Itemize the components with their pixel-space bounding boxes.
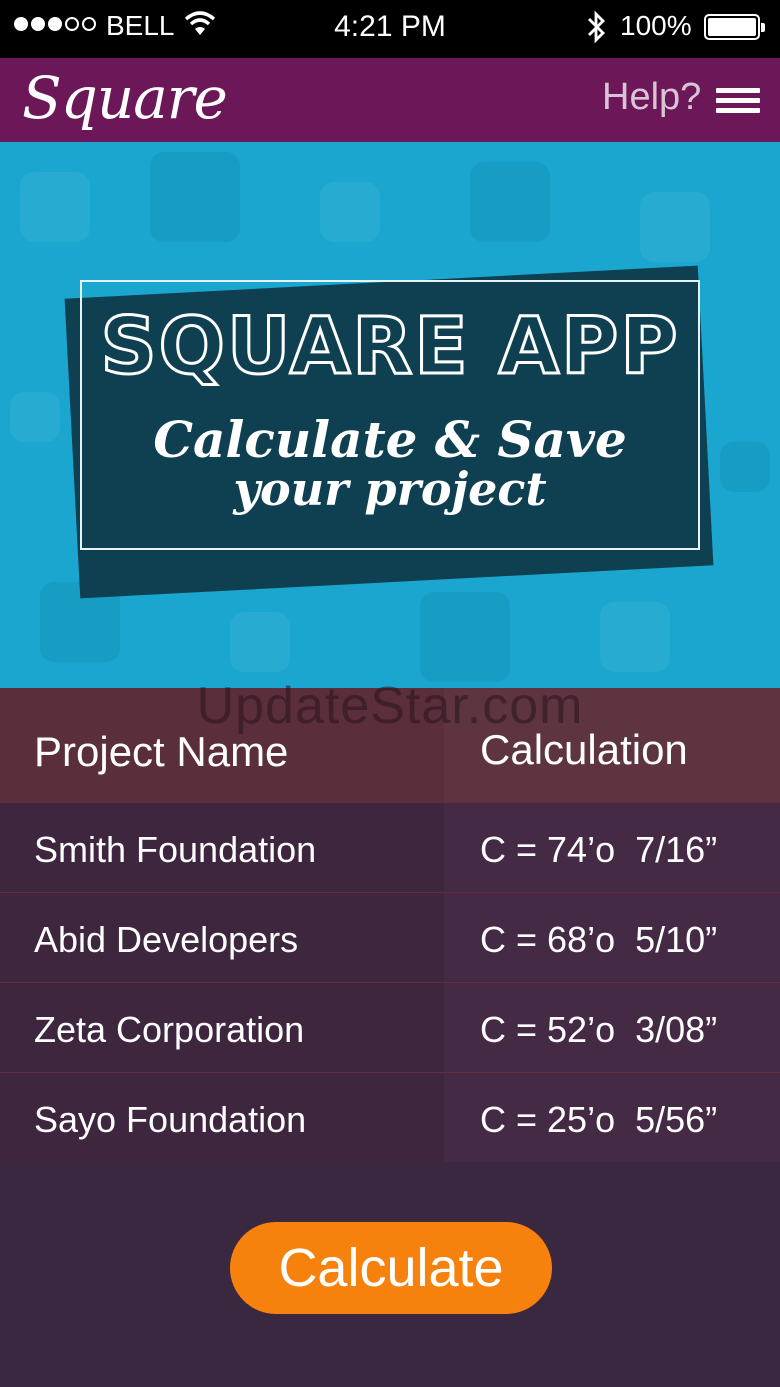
banner-title: SQUARE APP [99, 301, 680, 394]
banner-subtitle-line1: Calculate & Save [153, 410, 627, 469]
table-row[interactable]: Zeta Corporation C = 52’o 3/08” [0, 982, 780, 1072]
battery-percentage: 100% [620, 10, 692, 41]
project-calculation: C = 52’o 3/08” [480, 1009, 718, 1050]
help-link[interactable]: Help? [602, 76, 701, 119]
project-name: Sayo Foundation [34, 1099, 307, 1140]
calculate-button[interactable]: Calculate [230, 1222, 552, 1314]
projects-table: UpdateStar.com Project Name Calculation … [0, 677, 780, 1162]
project-name: Smith Foundation [34, 829, 317, 870]
table-row[interactable]: Smith Foundation C = 74’o 7/16” [0, 802, 780, 892]
hero-banner: SQUARE APP Calculate & Save your project [0, 142, 780, 688]
project-name: Zeta Corporation [34, 1009, 305, 1050]
project-name: Abid Developers [34, 919, 299, 960]
table-header: UpdateStar.com Project Name Calculation [0, 677, 780, 802]
bluetooth-icon [588, 10, 605, 44]
project-calculation: C = 74’o 7/16” [480, 829, 718, 870]
nav-bar: Square Help? [0, 58, 780, 142]
status-bar: BELL 4:21 PM 100% [0, 0, 780, 58]
header-calculation: Calculation [480, 726, 688, 773]
project-calculation: C = 68’o 5/10” [480, 919, 718, 960]
hamburger-menu-icon[interactable] [716, 88, 760, 114]
header-project-name: Project Name [34, 728, 289, 775]
table-row[interactable]: Abid Developers C = 68’o 5/10” [0, 892, 780, 982]
table-row[interactable]: Sayo Foundation C = 25’o 5/56” [0, 1072, 780, 1162]
banner-subtitle-line2: your project [233, 462, 547, 516]
battery-icon [704, 14, 765, 40]
project-calculation: C = 25’o 5/56” [480, 1099, 718, 1140]
brand-logo[interactable]: Square [22, 64, 228, 132]
